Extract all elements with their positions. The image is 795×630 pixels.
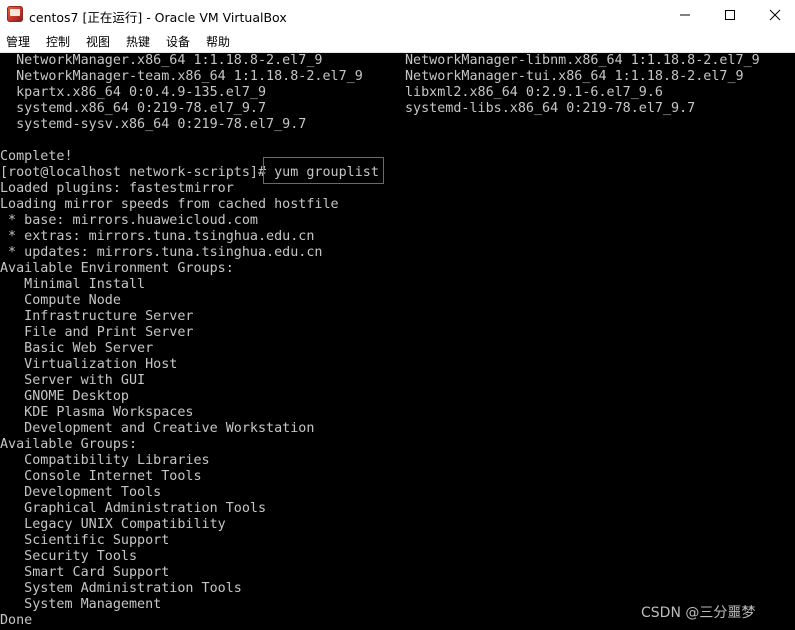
console-line: Graphical Administration Tools (0, 501, 267, 516)
console-line: Compatibility Libraries (0, 453, 210, 468)
console-line: Smart Card Support (0, 565, 170, 580)
console-line: Available Groups: (0, 437, 138, 452)
console-line: * extras: mirrors.tuna.tsinghua.edu.cn (0, 229, 315, 244)
close-button[interactable] (752, 0, 795, 30)
console-line: systemd-sysv.x86_64 0:219-78.el7_9.7 (0, 117, 307, 132)
menu-item-view[interactable]: 视图 (86, 33, 110, 50)
console-line: Console Internet Tools (0, 469, 202, 484)
menu-item-devices[interactable]: 设备 (166, 33, 190, 50)
menu-item-help[interactable]: 帮助 (206, 33, 230, 50)
console-line: kpartx.x86_64 0:0.4.9-135.el7_9 (0, 85, 267, 100)
console-line: KDE Plasma Workspaces (0, 405, 194, 420)
virtualbox-app-icon[interactable] (7, 6, 23, 22)
console-line: Security Tools (0, 549, 138, 564)
command-highlight-box (263, 157, 384, 184)
console-line: NetworkManager-team.x86_64 1:1.18.8-2.el… (0, 69, 363, 84)
console-line: Available Environment Groups: (0, 261, 234, 276)
vm-console[interactable]: NetworkManager.x86_64 1:1.18.8-2.el7_9 N… (0, 53, 795, 630)
console-line: NetworkManager.x86_64 1:1.18.8-2.el7_9 (0, 53, 323, 68)
console-line: Legacy UNIX Compatibility (0, 517, 226, 532)
console-line: Scientific Support (0, 533, 170, 548)
console-line: Server with GUI (0, 373, 146, 388)
title-bar[interactable]: centos7 [正在运行] - Oracle VM VirtualBox (0, 0, 795, 30)
console-line: Done (0, 613, 33, 628)
console-line: System Administration Tools (0, 581, 242, 596)
watermark: CSDN @三分噩梦 (641, 605, 756, 621)
minimize-icon (680, 14, 690, 16)
console-line: System Management (0, 597, 162, 612)
console-line: Virtualization Host (0, 357, 178, 372)
console-line: Loaded plugins: fastestmirror (0, 181, 234, 196)
console-line: GNOME Desktop (0, 389, 129, 404)
console-line-right: systemd-libs.x86_64 0:219-78.el7_9.7 (405, 101, 696, 116)
console-line: * base: mirrors.huaweicloud.com (0, 213, 258, 228)
window-title: centos7 [正在运行] - Oracle VM VirtualBox (29, 10, 287, 25)
menu-item-manage[interactable]: 管理 (6, 33, 30, 50)
console-line: Loading mirror speeds from cached hostfi… (0, 197, 339, 212)
console-line: Minimal Install (0, 277, 146, 292)
console-line: Basic Web Server (0, 341, 154, 356)
console-line: Development and Creative Workstation (0, 421, 315, 436)
menu-bar: 管理 控制 视图 热键 设备 帮助 (0, 30, 795, 53)
console-line: File and Print Server (0, 325, 194, 340)
maximize-icon (725, 10, 735, 20)
menu-item-hotkeys[interactable]: 热键 (126, 33, 150, 50)
console-line-right: libxml2.x86_64 0:2.9.1-6.el7_9.6 (405, 85, 663, 100)
console-line: Complete! (0, 149, 73, 164)
console-line-right: NetworkManager-tui.x86_64 1:1.18.8-2.el7… (405, 69, 744, 84)
console-line: Development Tools (0, 485, 162, 500)
console-line-right: NetworkManager-libnm.x86_64 1:1.18.8-2.e… (405, 53, 760, 68)
console-line: * updates: mirrors.tuna.tsinghua.edu.cn (0, 245, 323, 260)
menu-item-control[interactable]: 控制 (46, 33, 70, 50)
minimize-button[interactable] (662, 0, 708, 30)
console-line: systemd.x86_64 0:219-78.el7_9.7 (0, 101, 267, 116)
console-line: Infrastructure Server (0, 309, 194, 324)
close-icon (769, 9, 781, 21)
maximize-button[interactable] (707, 0, 753, 30)
console-line: Compute Node (0, 293, 121, 308)
